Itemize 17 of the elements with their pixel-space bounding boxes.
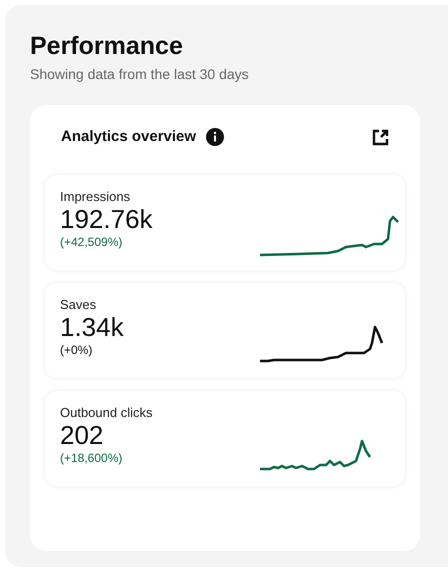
metric-label: Impressions: [60, 189, 132, 205]
metric-card[interactable]: Outbound clicks 202 (+18,600%): [45, 391, 405, 486]
metric-value: 202: [60, 421, 104, 449]
metric-card[interactable]: Impressions 192.76k (+42,509%): [45, 175, 405, 270]
metric-change: (+18,600%): [60, 450, 124, 467]
metric-card[interactable]: Saves 1.34k (+0%): [45, 283, 405, 378]
card-title: Analytics overview: [61, 126, 196, 147]
metric-change: (+0%): [60, 342, 94, 359]
metric-value: 192.76k: [60, 205, 154, 233]
metric-label: Outbound clicks: [60, 405, 154, 421]
page-subtitle: Showing data from the last 30 days: [30, 65, 250, 84]
metric-change: (+42,509%): [60, 234, 124, 251]
page-title: Performance: [30, 31, 184, 61]
metric-label: Saves: [60, 297, 98, 313]
metric-value: 1.34k: [60, 313, 125, 341]
external-link-icon[interactable]: [372, 128, 389, 146]
info-icon[interactable]: [206, 128, 224, 146]
